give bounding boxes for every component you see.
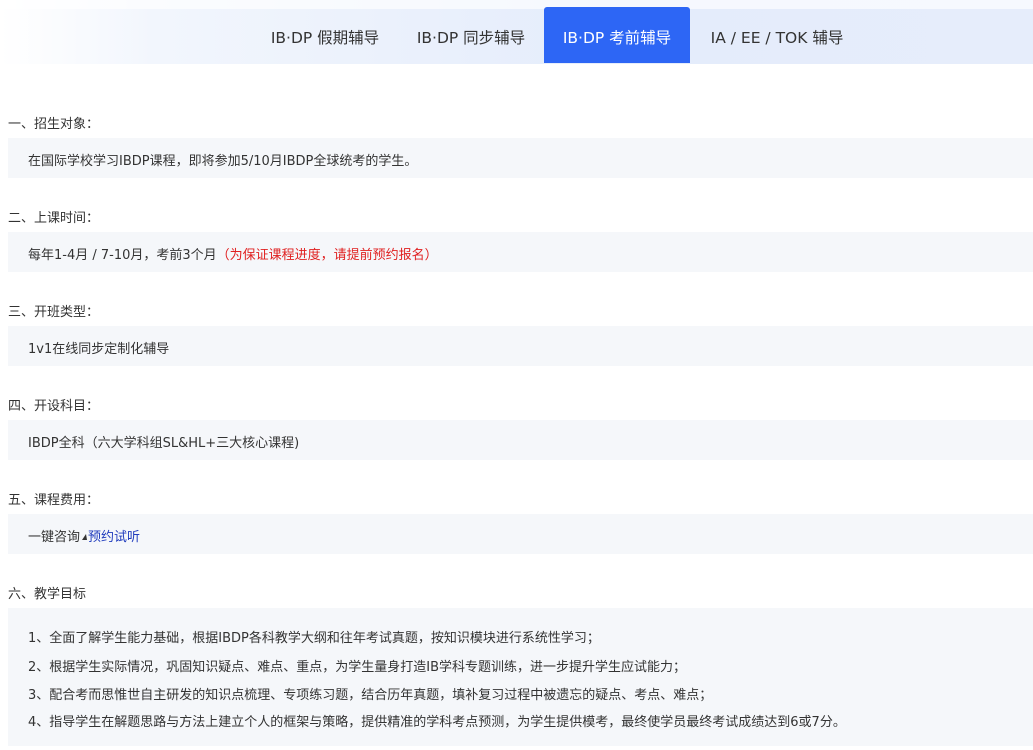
tab-pre-exam[interactable]: IB·DP 考前辅导 bbox=[544, 7, 690, 63]
section-box-class-type: 1v1在线同步定制化辅导 bbox=[8, 326, 1033, 366]
fee-line: 一键咨询 预约试听 bbox=[28, 526, 140, 545]
section-box-subjects: IBDP全科（六大学科组SL&HL+三大核心课程) bbox=[8, 420, 1033, 460]
fee-consult-text[interactable]: 一键咨询 bbox=[28, 530, 80, 545]
tab-sync[interactable]: IB·DP 同步辅导 bbox=[398, 7, 544, 63]
book-trial-link[interactable]: 预约试听 bbox=[88, 530, 140, 545]
section-title-target: 一、招生对象： bbox=[8, 117, 100, 132]
tab-holiday[interactable]: IB·DP 假期辅导 bbox=[252, 7, 398, 63]
section-box-fee: 一键咨询 预约试听 bbox=[8, 514, 1033, 554]
goal-item: 4、指导学生在解题思路与方法上建立个人的框架与策略，提供精准的学科考点预测，为学… bbox=[28, 715, 846, 730]
section-box-target: 在国际学校学习IBDP课程，即将参加5/10月IBDP全球统考的学生。 bbox=[8, 138, 1033, 178]
subjects-text: IBDP全科（六大学科组SL&HL+三大核心课程) bbox=[28, 436, 300, 451]
section-title-time: 二、上课时间： bbox=[8, 211, 100, 226]
tabs: IB·DP 假期辅导 IB·DP 同步辅导 IB·DP 考前辅导 IA / EE… bbox=[0, 7, 1033, 64]
target-text: 在国际学校学习IBDP课程，即将参加5/10月IBDP全球统考的学生。 bbox=[28, 154, 418, 169]
time-line: 每年1-4月 / 7-10月，考前3个月（为保证课程进度，请提前预约报名） bbox=[28, 244, 438, 263]
time-note: （为保证课程进度，请提前预约报名） bbox=[216, 248, 438, 263]
time-text: 每年1-4月 / 7-10月，考前3个月 bbox=[28, 248, 217, 263]
tab-bar: IB·DP 假期辅导 IB·DP 同步辅导 IB·DP 考前辅导 IA / EE… bbox=[0, 0, 1033, 64]
section-title-class-type: 三、开班类型： bbox=[8, 305, 100, 320]
goal-item: 3、配合考而思惟世自主研发的知识点梳理、专项练习题，结合历年真题，填补复习过程中… bbox=[28, 688, 713, 703]
tab-ia-ee-tok[interactable]: IA / EE / TOK 辅导 bbox=[690, 7, 864, 63]
section-box-time: 每年1-4月 / 7-10月，考前3个月（为保证课程进度，请提前预约报名） bbox=[8, 232, 1033, 272]
triangle-pointer-icon bbox=[82, 534, 88, 540]
section-title-subjects: 四、开设科目： bbox=[8, 399, 100, 414]
section-box-goals: 1、全面了解学生能力基础，根据IBDP各科教学大纲和往年考试真题，按知识模块进行… bbox=[8, 608, 1033, 746]
goal-item: 2、根据学生实际情况，巩固知识疑点、难点、重点，为学生量身打造IB学科专题训练，… bbox=[28, 660, 687, 675]
section-title-fee: 五、课程费用： bbox=[8, 493, 100, 508]
goal-item: 1、全面了解学生能力基础，根据IBDP各科教学大纲和往年考试真题，按知识模块进行… bbox=[28, 631, 600, 646]
section-title-goals: 六、教学目标 bbox=[8, 587, 87, 602]
class-type-text: 1v1在线同步定制化辅导 bbox=[28, 342, 170, 357]
